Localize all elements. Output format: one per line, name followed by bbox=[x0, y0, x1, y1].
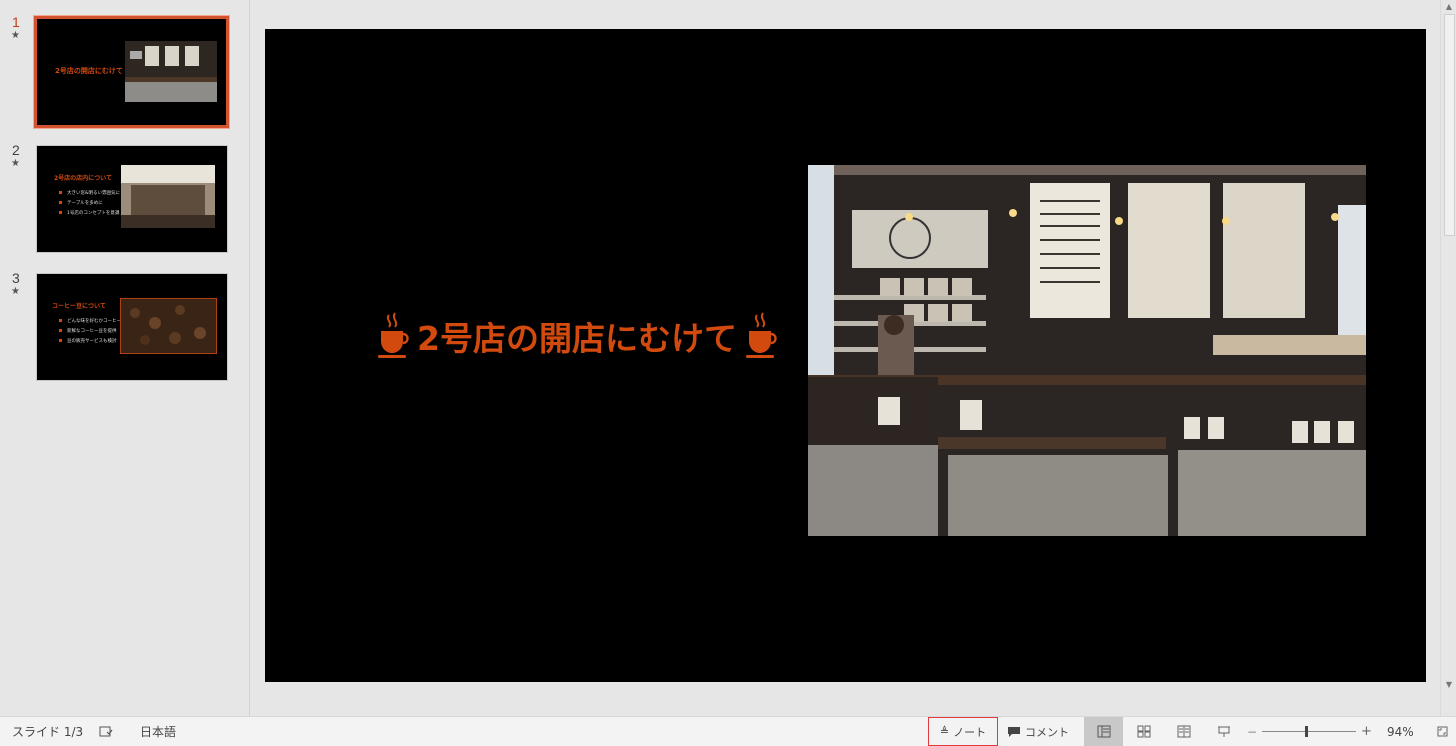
fit-to-window-icon[interactable] bbox=[1434, 717, 1450, 746]
star-icon: ★ bbox=[11, 158, 20, 169]
comments-button[interactable]: コメント bbox=[1006, 717, 1070, 746]
thumbnail-photo bbox=[121, 165, 215, 228]
thumbnail-bullet: どんな味を好むかコーヒー bbox=[59, 319, 121, 324]
notes-label: ノート bbox=[953, 725, 987, 739]
zoom-level[interactable]: 94% bbox=[1387, 717, 1414, 746]
vertical-scrollbar[interactable]: ▲ ▼ bbox=[1440, 0, 1456, 716]
scroll-down-icon[interactable]: ▼ bbox=[1444, 680, 1454, 690]
slide-sorter-button[interactable] bbox=[1126, 717, 1162, 746]
comment-icon bbox=[1008, 726, 1020, 737]
slide-counter[interactable]: スライド 1/3 bbox=[12, 717, 83, 746]
zoom-slider-track[interactable] bbox=[1262, 731, 1356, 732]
thumbnail-frame[interactable]: コーヒー豆について どんな味を好むかコーヒー 新鮮なコーヒー豆を提供 豆の販売サ… bbox=[36, 273, 228, 381]
thumbnail-bullet: 1号店のコンセプトを意識 bbox=[58, 211, 120, 216]
thumbnail-slide-preview: コーヒー豆について どんな味を好むかコーヒー 新鮮なコーヒー豆を提供 豆の販売サ… bbox=[37, 274, 227, 380]
cafe-photo[interactable] bbox=[808, 165, 1366, 536]
thumbnail-bullet: 大きい窓&明るい雰囲気に bbox=[58, 191, 121, 196]
normal-view-button[interactable] bbox=[1084, 717, 1123, 746]
reading-view-icon bbox=[1177, 725, 1191, 738]
slide-title[interactable]: 2号店の開店にむけて bbox=[417, 312, 737, 360]
thumbnail-bullet: テーブルを多めに bbox=[59, 201, 103, 206]
slideshow-icon bbox=[1218, 726, 1230, 737]
slide-number: 2 bbox=[12, 142, 20, 158]
star-icon: ★ bbox=[11, 30, 20, 41]
scroll-up-icon[interactable]: ▲ bbox=[1444, 2, 1454, 12]
slide-thumbnail-pane[interactable]: 1 ★ 2号店の開店にむけて 2 ★ 2号店の店内について 大きい窓&明るい雰囲… bbox=[0, 0, 250, 716]
reading-view-button[interactable] bbox=[1166, 717, 1202, 746]
comments-label: コメント bbox=[1025, 725, 1069, 739]
thumbnail-photo bbox=[125, 41, 217, 102]
notes-button[interactable]: ≜ ノート bbox=[928, 717, 998, 746]
thumbnail-title: 2号店の開店にむけて bbox=[55, 67, 123, 75]
coffee-cup-icon bbox=[745, 312, 777, 358]
zoom-slider-knob[interactable] bbox=[1305, 726, 1308, 737]
accessibility-check-icon[interactable] bbox=[96, 717, 116, 746]
slide-number: 3 bbox=[12, 270, 20, 286]
thumbnail-slide-preview: 2号店の開店にむけて bbox=[37, 19, 226, 125]
slide-sorter-icon bbox=[1137, 725, 1151, 738]
thumbnail-title: コーヒー豆について bbox=[52, 303, 106, 310]
thumbnail-bullet: 新鮮なコーヒー豆を提供 bbox=[59, 329, 117, 334]
thumbnail-bullet: 豆の販売サービスも検討 bbox=[59, 339, 117, 344]
zoom-out-button[interactable]: − bbox=[1247, 717, 1257, 746]
star-icon: ★ bbox=[11, 286, 20, 297]
slide-canvas[interactable]: 2号店の開店にむけて bbox=[265, 29, 1426, 682]
normal-view-icon bbox=[1097, 725, 1110, 738]
coffee-cup-icon bbox=[378, 312, 409, 358]
notes-icon: ≜ bbox=[939, 725, 950, 738]
slideshow-button[interactable] bbox=[1206, 717, 1242, 746]
thumbnail-photo bbox=[120, 298, 217, 354]
status-bar: スライド 1/3 日本語 ≜ ノート コメント − + 94% bbox=[0, 716, 1456, 746]
zoom-in-button[interactable]: + bbox=[1361, 717, 1372, 746]
thumbnail-title: 2号店の店内について bbox=[54, 175, 112, 182]
slide-title-group[interactable]: 2号店の開店にむけて bbox=[375, 311, 779, 361]
scrollbar-thumb[interactable] bbox=[1444, 14, 1455, 236]
thumbnail-slide-preview: 2号店の店内について 大きい窓&明るい雰囲気に テーブルを多めに 1号店のコンセ… bbox=[37, 146, 227, 252]
thumbnail-frame[interactable]: 2号店の店内について 大きい窓&明るい雰囲気に テーブルを多めに 1号店のコンセ… bbox=[36, 145, 228, 253]
thumbnail-frame[interactable]: 2号店の開店にむけて bbox=[33, 15, 230, 129]
language-indicator[interactable]: 日本語 bbox=[140, 717, 176, 746]
slide-number: 1 bbox=[12, 14, 20, 30]
